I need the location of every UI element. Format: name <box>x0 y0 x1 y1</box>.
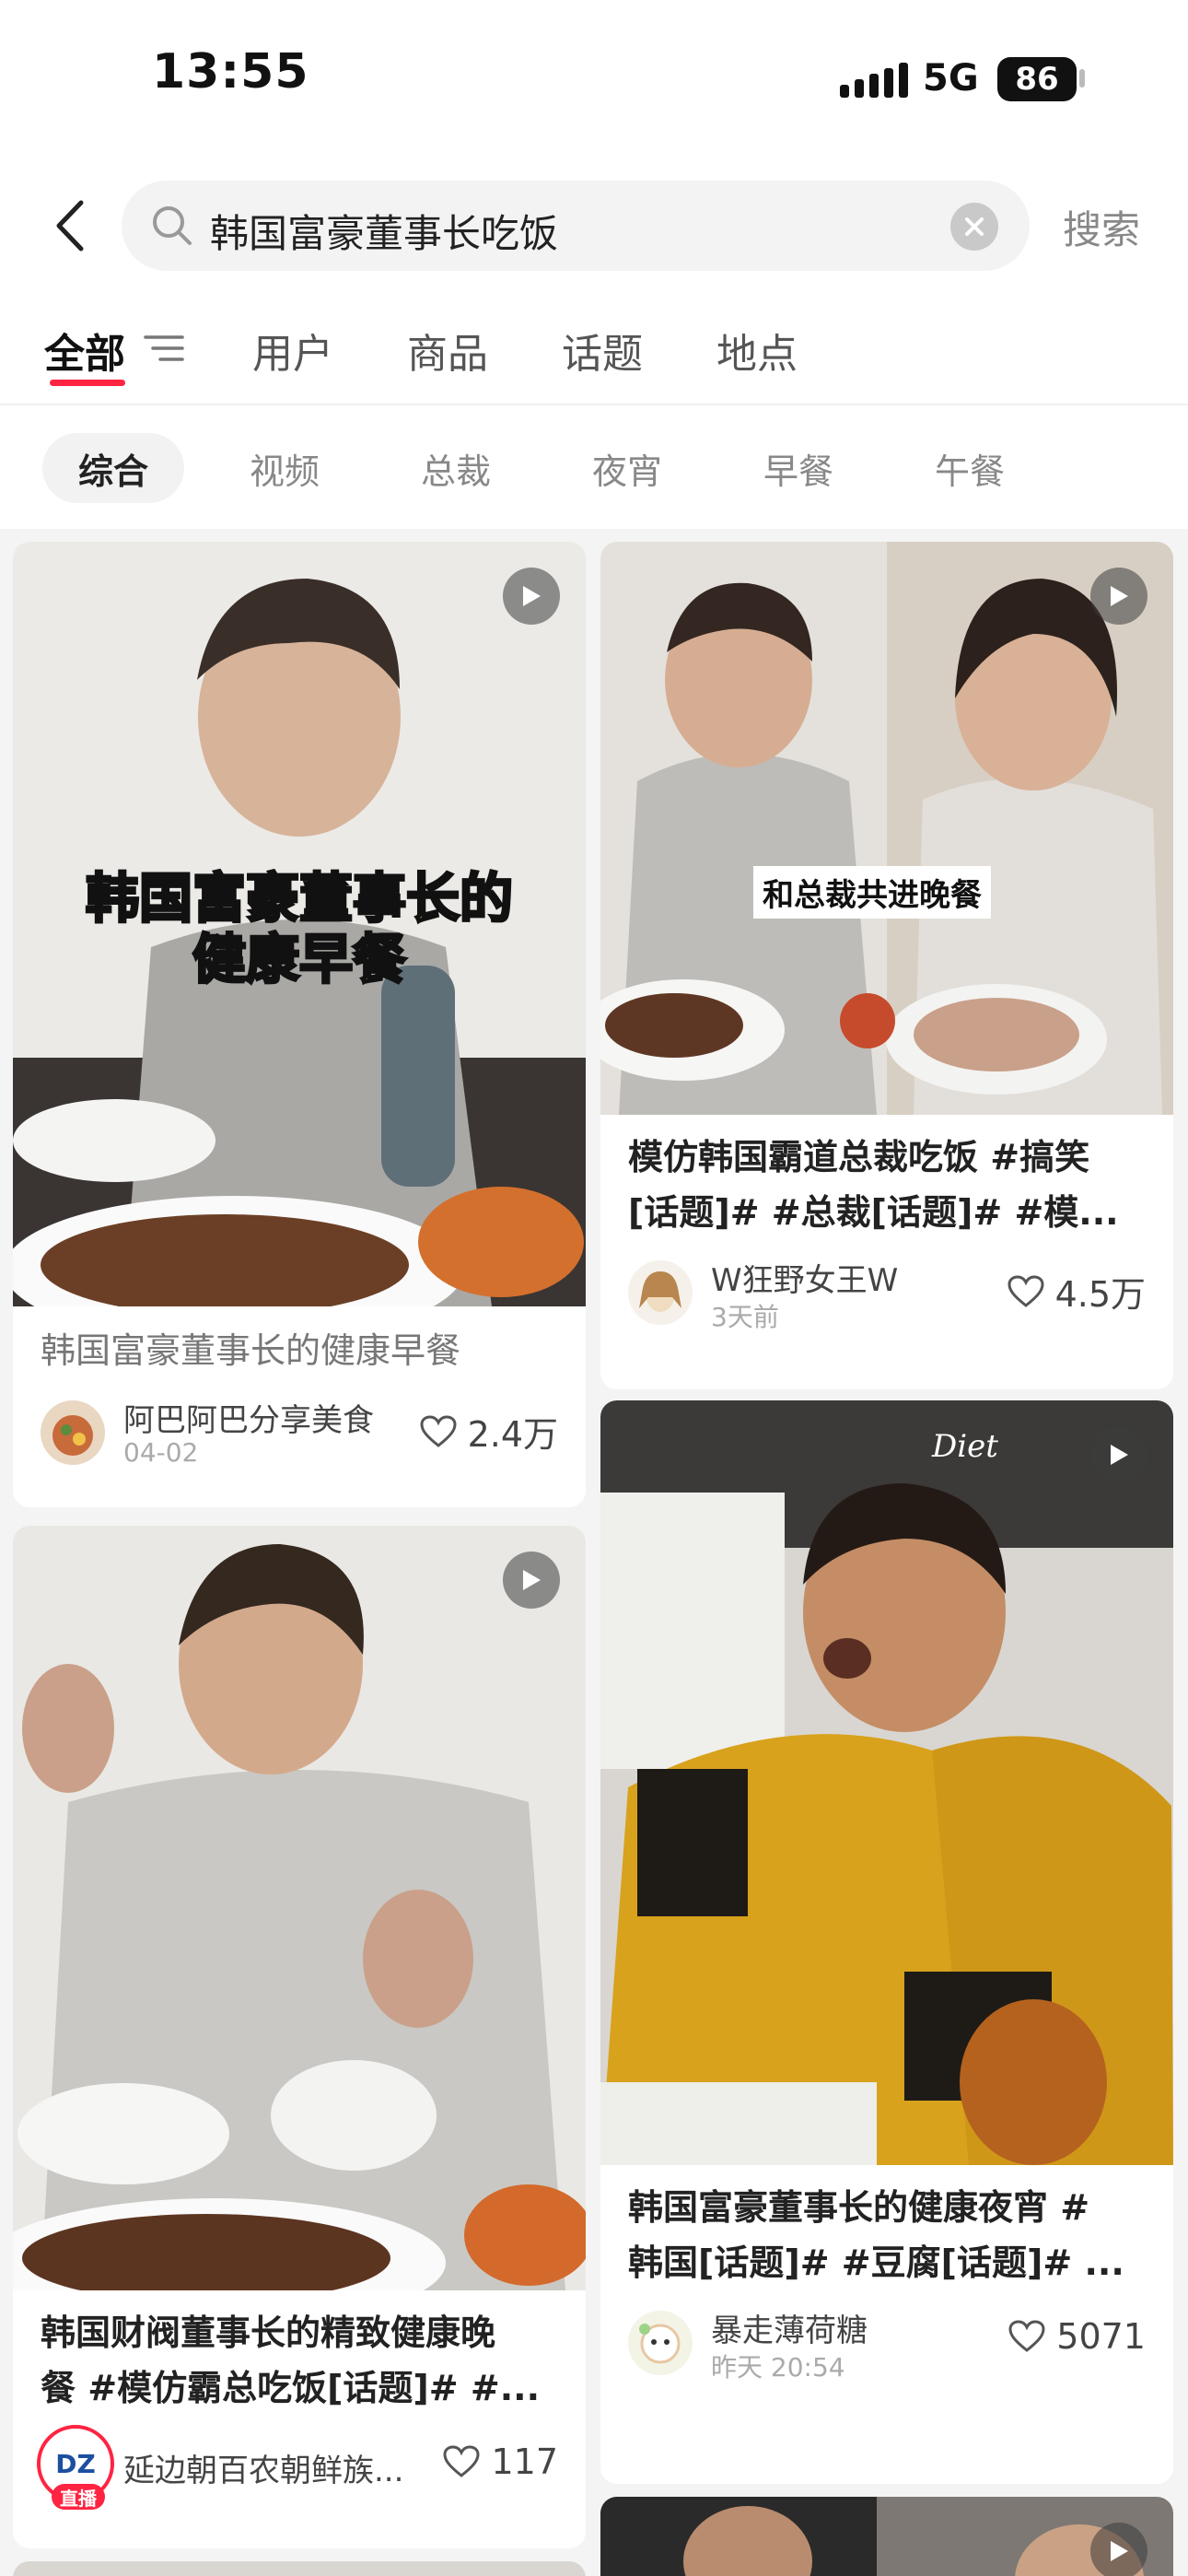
post-cover[interactable]: 韩国富豪董事长的 健康早餐 <box>13 542 586 1306</box>
clear-search-button[interactable] <box>950 203 998 251</box>
status-bar: 13:55 5G 86 <box>0 0 1188 157</box>
post-title[interactable]: 韩国富豪董事长的健康早餐 <box>13 1323 586 1378</box>
cover-caption: 和总裁共进晚餐 <box>753 866 991 919</box>
back-button[interactable] <box>46 195 92 256</box>
category-tabs: 全部 用户 商品 话题 地点 <box>0 304 1188 405</box>
post-card[interactable]: 和总裁共进晚餐 模仿韩国霸道总裁吃饭 #搞笑 [话题]# #总裁[话题]# #模… <box>600 542 1173 1389</box>
heart-icon <box>420 1414 457 1447</box>
post-meta: DZ 直播 延边朝百农朝鲜族... 117 <box>13 2421 586 2513</box>
search-input[interactable]: 韩国富豪董事长吃饭 <box>122 181 1030 271</box>
post-meta: 暴走薄荷糖 昨天 20:54 5071 <box>600 2296 1173 2388</box>
signal-icon <box>840 63 908 98</box>
subtab-ceo[interactable]: 总裁 <box>385 433 527 503</box>
search-icon <box>153 206 192 245</box>
tab-topics[interactable]: 话题 <box>562 321 643 380</box>
like-button[interactable]: 5071 <box>1008 2316 1146 2357</box>
status-time: 13:55 <box>152 44 309 100</box>
like-count: 5071 <box>1056 2316 1146 2357</box>
author-name[interactable]: 延边朝百农朝鲜族... <box>123 2445 403 2490</box>
post-title-line1[interactable]: 模仿韩国霸道总裁吃饭 #搞笑 <box>600 1130 1173 1185</box>
post-date: 3天前 <box>711 1302 779 1332</box>
close-icon <box>965 217 984 236</box>
avatar[interactable] <box>41 1400 105 1465</box>
filter-icon[interactable] <box>144 332 184 365</box>
search-query[interactable]: 韩国富豪董事长吃饭 <box>210 203 558 259</box>
subtab-late-snack[interactable]: 夜宵 <box>556 433 698 503</box>
search-bar-row: 韩国富豪董事长吃饭 搜索 <box>0 175 1188 276</box>
post-title-line2[interactable]: 餐 #模仿霸总吃饭[话题]# #... <box>13 2360 586 2416</box>
tab-places[interactable]: 地点 <box>716 321 798 380</box>
post-card[interactable] <box>13 2561 586 2576</box>
play-icon <box>1090 1426 1147 1483</box>
subtab-lunch[interactable]: 午餐 <box>899 433 1041 503</box>
author-name[interactable]: 暴走薄荷糖 <box>711 2305 868 2350</box>
cover-image <box>600 1400 1173 2165</box>
cover-image <box>13 1526 586 2290</box>
post-meta: 阿巴阿巴分享美食 04-02 2.4万 <box>13 1386 586 1478</box>
sub-filter-tabs: 综合 视频 总裁 夜宵 早餐 午餐 <box>0 424 1188 525</box>
post-meta: W狂野女王W 3天前 4.5万 <box>600 1246 1173 1338</box>
search-button[interactable]: 搜索 <box>1063 199 1140 255</box>
post-card[interactable]: Diet 韩国富豪董事长的健康夜宵 # 韩国[话题]# #豆腐[话题]# ...… <box>600 1400 1173 2484</box>
post-title-line1[interactable]: 韩国富豪董事长的健康夜宵 # <box>600 2180 1173 2235</box>
author-name[interactable]: 阿巴阿巴分享美食 <box>123 1395 374 1440</box>
avatar[interactable]: DZ 直播 <box>37 2425 114 2510</box>
cover-image <box>600 542 1173 1115</box>
subtab-video[interactable]: 视频 <box>214 433 355 503</box>
tab-all[interactable]: 全部 <box>44 321 125 380</box>
subtab-comprehensive[interactable]: 综合 <box>42 433 184 503</box>
post-cover[interactable] <box>13 1526 586 2290</box>
like-button[interactable]: 117 <box>443 2441 558 2482</box>
cover-caption-line2: 健康早餐 <box>191 927 407 992</box>
cover-image <box>600 2497 1173 2576</box>
post-cover[interactable]: 和总裁共进晚餐 <box>600 542 1173 1115</box>
like-count: 2.4万 <box>467 1414 558 1455</box>
cover-caption: Diet <box>932 1428 998 1465</box>
like-button[interactable]: 2.4万 <box>420 1406 558 1457</box>
tab-users[interactable]: 用户 <box>252 321 333 380</box>
like-count: 117 <box>491 2441 558 2482</box>
tab-products[interactable]: 商品 <box>407 321 488 380</box>
chevron-left-icon <box>56 200 84 252</box>
network-label: 5G <box>923 57 979 100</box>
post-card[interactable]: 韩国财阀董事长的精致健康晚 餐 #模仿霸总吃饭[话题]# #... DZ 直播 … <box>13 1526 586 2548</box>
like-count: 4.5万 <box>1054 1274 1146 1315</box>
battery-icon: 86 <box>997 57 1077 101</box>
heart-icon <box>1007 1274 1044 1307</box>
post-title-line2[interactable]: [话题]# #总裁[话题]# #模... <box>600 1185 1173 1240</box>
results-feed: 韩国富豪董事长的 健康早餐 韩国富豪董事长的健康早餐 阿巴阿巴分享美食 04-0… <box>0 529 1188 2576</box>
heart-icon <box>443 2445 480 2477</box>
post-title-line1[interactable]: 韩国财阀董事长的精致健康晚 <box>13 2305 586 2360</box>
like-button[interactable]: 4.5万 <box>1007 1266 1146 1317</box>
post-card[interactable]: 韩国富豪董事长的 健康早餐 韩国富豪董事长的健康早餐 阿巴阿巴分享美食 04-0… <box>13 542 586 1507</box>
avatar[interactable] <box>628 2311 693 2375</box>
play-icon <box>1090 568 1147 625</box>
live-badge: 直播 <box>52 2484 105 2510</box>
play-icon <box>1090 2523 1147 2576</box>
subtab-breakfast[interactable]: 早餐 <box>728 433 869 503</box>
post-date: 昨天 20:54 <box>711 2352 845 2383</box>
heart-icon <box>1008 2320 1045 2352</box>
author-name[interactable]: W狂野女王W <box>711 1255 898 1300</box>
post-title-line2[interactable]: 韩国[话题]# #豆腐[话题]# ... <box>600 2235 1173 2290</box>
avatar[interactable] <box>628 1260 693 1325</box>
post-date: 04-02 <box>123 1437 199 1468</box>
post-card[interactable] <box>600 2497 1173 2576</box>
play-icon <box>503 568 560 625</box>
cover-caption-line1: 韩国富豪董事长的 <box>84 866 514 931</box>
battery-tip <box>1079 69 1085 88</box>
post-cover[interactable]: Diet <box>600 1400 1173 2165</box>
active-tab-indicator <box>50 380 125 386</box>
play-icon <box>503 1551 560 1609</box>
